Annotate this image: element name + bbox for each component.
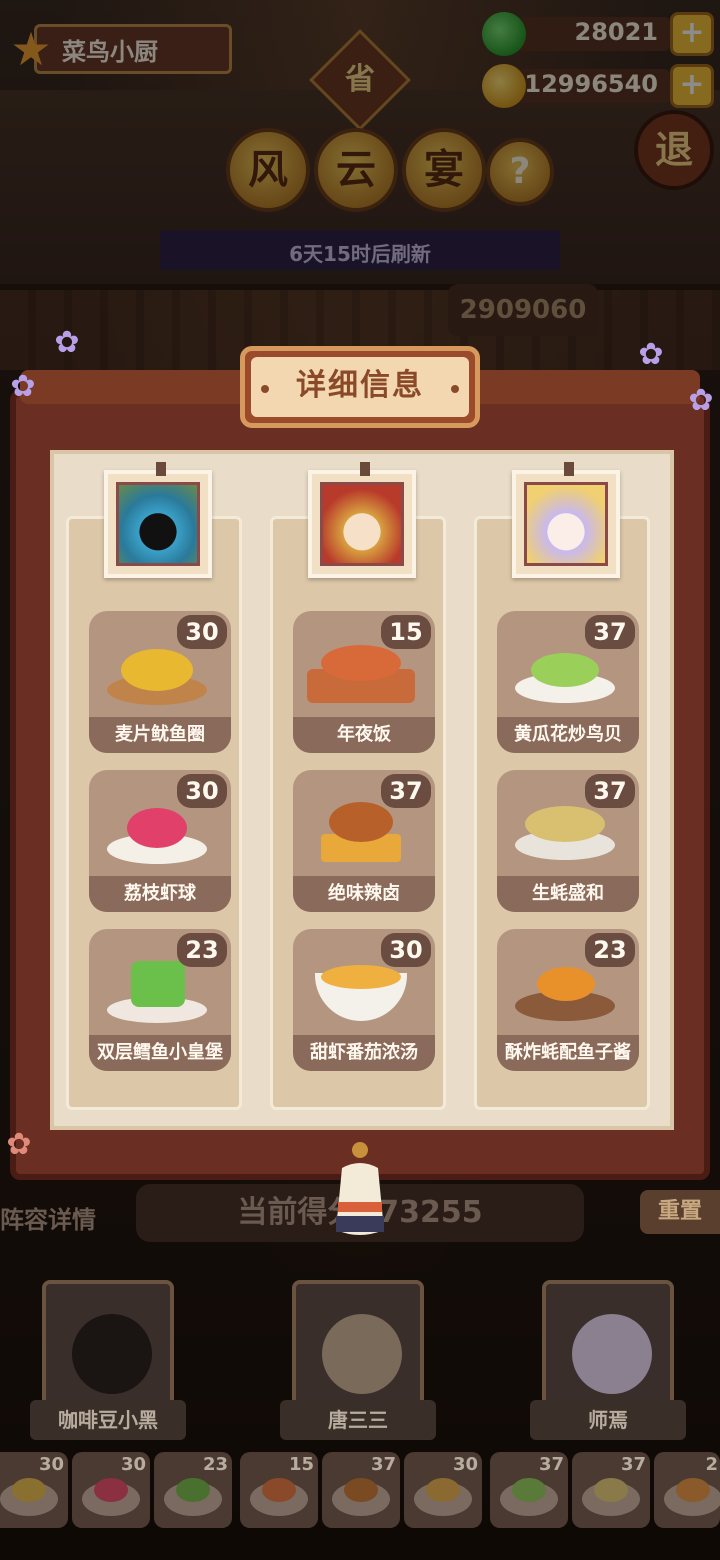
flower-decoration-icon: ✿ [638, 337, 664, 372]
dish-card[interactable]: 37 生蚝盛和 [497, 770, 639, 912]
dish-level: 23 [585, 933, 635, 967]
lineup-dish[interactable]: 15 [240, 1452, 318, 1528]
dish-card[interactable]: 30 荔枝虾球 [89, 770, 231, 912]
chef-avatar [572, 1314, 652, 1394]
dish-level: 2 [705, 1454, 718, 1475]
lineup-dish[interactable]: 30 [0, 1452, 68, 1528]
flower-decoration-icon: ✿ [6, 1127, 32, 1162]
dish-level: 15 [288, 1454, 314, 1475]
lineup-dish[interactable]: 23 [154, 1452, 232, 1528]
lineup-chef-1[interactable] [42, 1280, 174, 1408]
dish-card[interactable]: 30 甜虾番茄浓汤 [293, 929, 435, 1071]
lineup-chef-3[interactable] [542, 1280, 674, 1408]
flower-decoration-icon: ✿ [54, 325, 80, 360]
dish-level: 30 [452, 1454, 478, 1475]
dish-level: 30 [177, 615, 227, 649]
dish-name: 双层鳕鱼小皇堡 [89, 1035, 231, 1071]
lineup-dish[interactable]: 30 [72, 1452, 150, 1528]
chef-portrait-2[interactable] [308, 462, 416, 578]
dish-level: 37 [585, 774, 635, 808]
dish-name: 年夜饭 [293, 717, 435, 753]
dish-level: 37 [585, 615, 635, 649]
lineup-chef-name: 咖啡豆小黑 [30, 1400, 186, 1440]
dish-card[interactable]: 23 双层鳕鱼小皇堡 [89, 929, 231, 1071]
chef-portrait-1[interactable] [104, 462, 212, 578]
lineup-dish[interactable]: 37 [490, 1452, 568, 1528]
dish-level: 30 [177, 774, 227, 808]
dish-name: 麦片鱿鱼圈 [89, 717, 231, 753]
dish-card[interactable]: 30 麦片鱿鱼圈 [89, 611, 231, 753]
lineup-details-label[interactable]: 阵容详情 [0, 1200, 96, 1235]
lineup-dish[interactable]: 37 [572, 1452, 650, 1528]
dish-name: 酥炸蚝配鱼子酱 [497, 1035, 639, 1071]
lineup-dish[interactable]: 2 [654, 1452, 720, 1528]
chef-portrait-3[interactable] [512, 462, 620, 578]
tassel-ornament-icon [336, 1142, 384, 1235]
dish-card[interactable]: 37 黄瓜花炒鸟贝 [497, 611, 639, 753]
dish-name: 绝味辣卤 [293, 876, 435, 912]
dish-name: 黄瓜花炒鸟贝 [497, 717, 639, 753]
panel-title-plaque: 详细信息 [240, 346, 480, 428]
dish-name: 生蚝盛和 [497, 876, 639, 912]
dish-level: 30 [381, 933, 431, 967]
lineup-dish[interactable]: 30 [404, 1452, 482, 1528]
dish-level: 30 [120, 1454, 146, 1475]
chef-avatar [320, 482, 404, 566]
flower-decoration-icon: ✿ [10, 369, 36, 404]
lineup-chef-name: 师焉 [530, 1400, 686, 1440]
dish-name: 甜虾番茄浓汤 [293, 1035, 435, 1071]
dish-level: 37 [370, 1454, 396, 1475]
reset-button[interactable]: 重置 [640, 1190, 720, 1234]
chef-avatar [116, 482, 200, 566]
lineup-dish[interactable]: 37 [322, 1452, 400, 1528]
panel-title: 详细信息 [251, 357, 469, 417]
dish-name: 荔枝虾球 [89, 876, 231, 912]
dish-card[interactable]: 23 酥炸蚝配鱼子酱 [497, 929, 639, 1071]
flower-decoration-icon: ✿ [688, 383, 714, 418]
chef-avatar [524, 482, 608, 566]
dish-card[interactable]: 37 绝味辣卤 [293, 770, 435, 912]
dish-level: 30 [38, 1454, 64, 1475]
lineup-chef-2[interactable] [292, 1280, 424, 1408]
chef-avatar [72, 1314, 152, 1394]
dish-level: 37 [620, 1454, 646, 1475]
dish-card[interactable]: 15 年夜饭 [293, 611, 435, 753]
lineup-chef-name: 唐三三 [280, 1400, 436, 1440]
dish-level: 23 [202, 1454, 228, 1475]
dish-level: 37 [381, 774, 431, 808]
dish-level: 37 [538, 1454, 564, 1475]
dish-level: 15 [381, 615, 431, 649]
chef-avatar [322, 1314, 402, 1394]
dish-level: 23 [177, 933, 227, 967]
